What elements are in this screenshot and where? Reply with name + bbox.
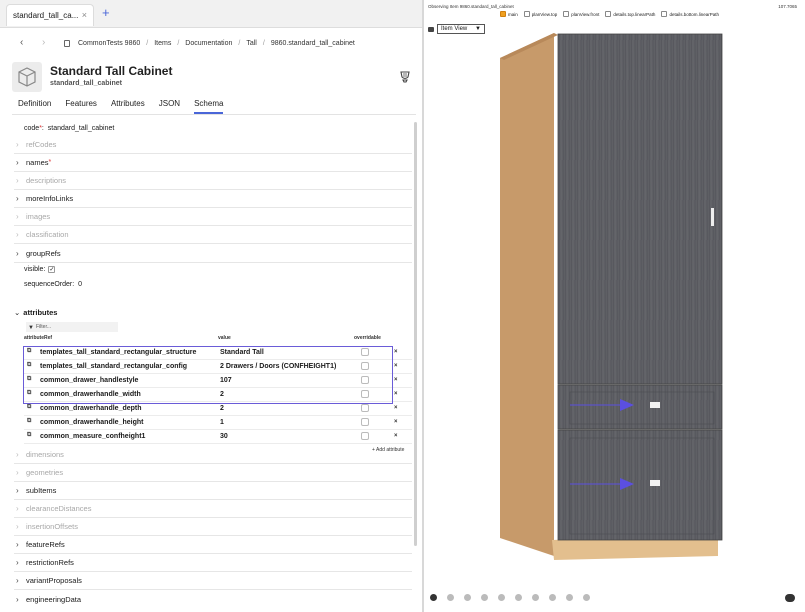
tab-attributes[interactable]: Attributes (111, 99, 145, 114)
property-row-names[interactable]: › names * (14, 154, 412, 172)
door-handle (711, 208, 714, 226)
drawer-front-top (557, 384, 723, 430)
property-row-subitems[interactable]: › subItems (14, 482, 412, 500)
palette-icon[interactable] (430, 594, 437, 601)
hierarchy-icon[interactable] (566, 594, 573, 601)
attribute-table-header: attributeRef value overridable (24, 335, 381, 341)
tab-schema[interactable]: Schema (194, 99, 224, 114)
breadcrumb-item[interactable]: CommonTests 9860 (78, 40, 140, 47)
breadcrumb-item[interactable]: Items (154, 40, 171, 47)
breadcrumb: CommonTests 9860/ Items / Documentation / … (64, 40, 355, 47)
document-icon (64, 40, 70, 47)
breadcrumb-item[interactable]: 9860.standard_tall_cabinet (271, 40, 355, 47)
property-row-moreinfolinks[interactable]: › moreInfoLinks (14, 190, 412, 208)
property-row-restrictionrefs[interactable]: › restrictionRefs (14, 554, 412, 572)
filter-input[interactable]: ▼ Filter... (26, 322, 118, 332)
link-icon[interactable]: ⧉ (27, 432, 31, 439)
property-row-refcodes[interactable]: › refCodes (14, 136, 412, 154)
attribute-row: ⧉ common_measure_confheight1 30 × (24, 430, 412, 444)
item-header: Standard Tall Cabinet standard_tall_cabi… (12, 62, 412, 94)
property-row-dimensions[interactable]: › dimensions (14, 446, 412, 464)
code-field: code*: standard_tall_cabinet (24, 125, 115, 132)
back-arrow-icon[interactable]: ‹ (20, 37, 23, 48)
visible-field: visible: ✓ (24, 266, 56, 273)
delete-icon[interactable]: × (394, 405, 398, 411)
delete-icon[interactable]: × (394, 391, 398, 397)
cabinet-side-panel (500, 33, 554, 556)
screen-icon[interactable] (583, 594, 590, 601)
new-tab-button[interactable]: + (102, 5, 110, 20)
browser-tab-bar: standard_tall_ca... × + (0, 0, 422, 28)
property-row-engineeringdata[interactable]: › engineeringData (14, 590, 412, 608)
property-row-featurerefs[interactable]: › featureRefs (14, 536, 412, 554)
tab-features[interactable]: Features (65, 99, 97, 114)
code-label: code (24, 125, 40, 132)
award-icon[interactable] (398, 70, 412, 84)
delete-icon[interactable]: × (394, 363, 398, 369)
tab-definition[interactable]: Definition (18, 99, 51, 114)
property-row-classification[interactable]: › classification (14, 226, 412, 244)
property-row-images[interactable]: › images (14, 208, 412, 226)
attribute-row: ⧉ common_drawerhandle_height 1 × (24, 416, 412, 430)
scrollbar[interactable] (414, 122, 417, 546)
drawer-handle (650, 480, 660, 486)
visible-checkbox[interactable]: ✓ (48, 266, 56, 273)
delete-icon[interactable]: × (394, 377, 398, 383)
cube-icon (12, 62, 42, 92)
breadcrumb-item[interactable]: Tall (246, 40, 257, 47)
attributes-header[interactable]: ⌄ attributes (14, 308, 57, 317)
cabinet-door (557, 33, 723, 385)
overridable-checkbox[interactable] (361, 404, 369, 412)
forward-arrow-icon[interactable]: › (42, 37, 45, 48)
viewer-toolbar (430, 594, 590, 601)
measure-icon[interactable] (464, 594, 471, 601)
cloud-download-icon[interactable] (785, 594, 795, 602)
sequence-order-field: sequenceOrder: 0 (24, 281, 82, 288)
link-icon[interactable]: ⧉ (27, 418, 31, 425)
attribute-row: ⧉ common_drawerhandle_depth 2 × (24, 402, 412, 416)
bracket-icon[interactable] (515, 594, 522, 601)
list-icon[interactable] (549, 594, 556, 601)
filter-icon: ▼ (28, 325, 34, 331)
delete-icon[interactable]: × (394, 349, 398, 355)
close-tab-icon[interactable]: × (82, 10, 87, 20)
layers-icon[interactable] (481, 594, 488, 601)
drawer-handle (650, 402, 660, 408)
breadcrumb-item[interactable]: Documentation (185, 40, 232, 47)
target-icon[interactable] (532, 594, 539, 601)
code-value: standard_tall_cabinet (47, 125, 115, 132)
item-code: standard_tall_cabinet (50, 80, 122, 87)
property-row-geometries[interactable]: › geometries (14, 464, 412, 482)
property-row-insertionoffsets[interactable]: › insertionOffsets (14, 518, 412, 536)
grid-icon[interactable] (447, 594, 454, 601)
property-row-grouprefs[interactable]: › groupRefs (14, 245, 412, 263)
item-tabs: Definition Features Attributes JSON Sche… (18, 99, 237, 114)
browser-tab-label: standard_tall_ca... (13, 11, 79, 20)
schema-editor-pane: standard_tall_ca... × + ‹ › CommonTests … (0, 0, 423, 612)
tab-json[interactable]: JSON (159, 99, 180, 114)
navigation-bar: ‹ › CommonTests 9860/ Items / Documentati… (0, 36, 422, 54)
property-row-variantproposals[interactable]: › variantProposals (14, 572, 412, 590)
highlight-box (23, 346, 393, 404)
property-row-clearancedistances[interactable]: › clearanceDistances (14, 500, 412, 518)
browser-tab[interactable]: standard_tall_ca... × (6, 4, 94, 26)
overridable-checkbox[interactable] (361, 418, 369, 426)
property-row-descriptions[interactable]: › descriptions (14, 172, 412, 190)
cabinet-3d-view[interactable] (424, 0, 805, 612)
item-title: Standard Tall Cabinet (50, 64, 173, 78)
drawer-front-bottom (557, 429, 723, 541)
delete-icon[interactable]: × (394, 419, 398, 425)
pencil-icon[interactable] (498, 594, 505, 601)
link-icon[interactable]: ⧉ (27, 404, 31, 411)
3d-viewer-pane: Observing Item 9860.standard_tall_cabine… (424, 0, 805, 612)
